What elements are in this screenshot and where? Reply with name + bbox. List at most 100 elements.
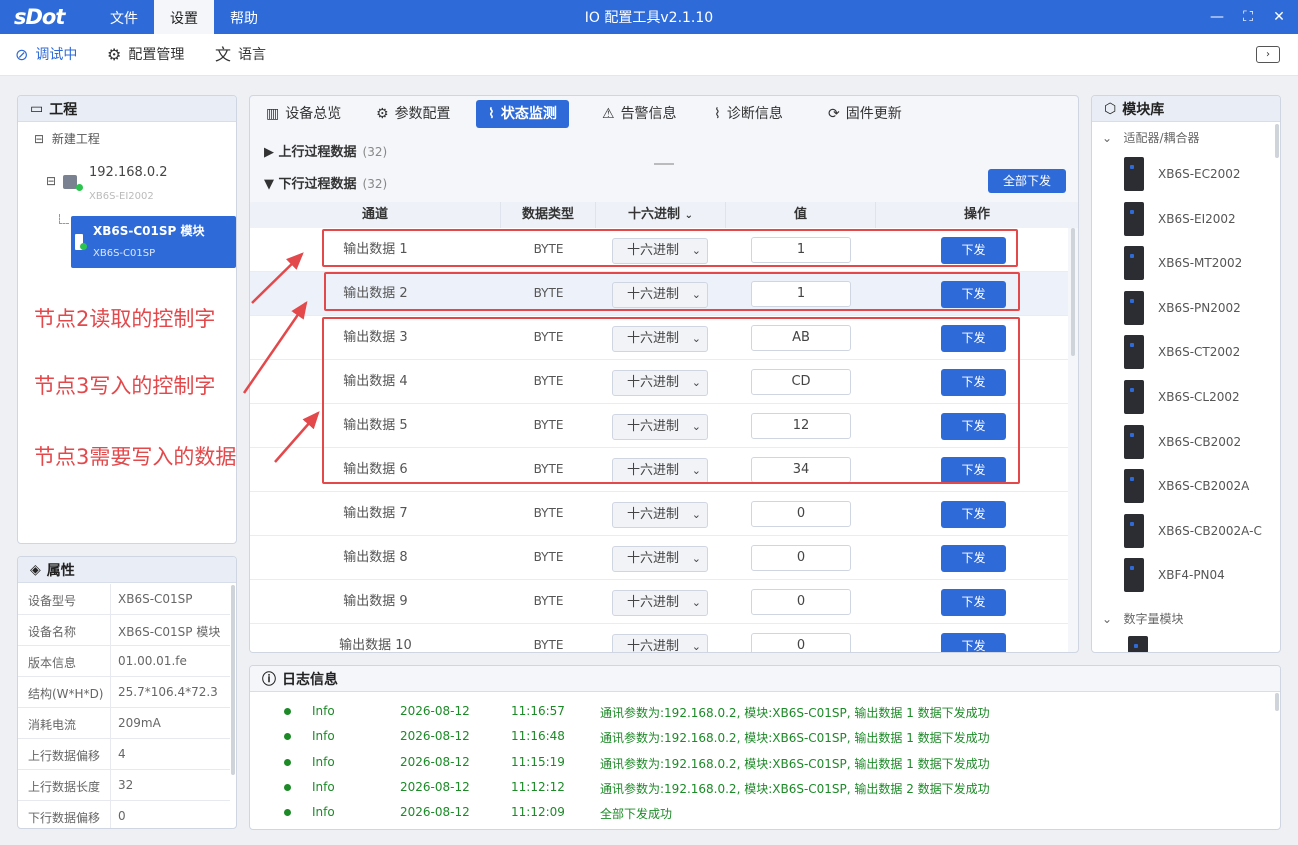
log-row: Info 2026-08-12 11:16:48 通讯参数为:192.168.0.2,… [250, 724, 1250, 749]
library-item[interactable]: XB6S-PN2002 [1124, 286, 1241, 330]
refresh-icon: ⟳ [828, 106, 840, 122]
chevron-down-icon: ⌄ [1102, 612, 1113, 626]
tab-diagnostics[interactable]: ⌇ 诊断信息 [702, 100, 795, 128]
debug-button[interactable]: ⊘ 调试中 [15, 34, 77, 76]
format-select[interactable]: 十六进制 ⌄ [612, 634, 708, 653]
menu-settings[interactable]: 设置 [154, 0, 214, 34]
selected-module-node[interactable]: XB6S-C01SP 模块 XB6S-C01SP [71, 216, 236, 268]
upstream-count: (32) [362, 145, 388, 159]
chevron-down-icon: ⌄ [691, 552, 701, 565]
downstream-section[interactable]: ▼ 下行过程数据 (32) [264, 173, 387, 192]
send-all-button[interactable]: 全部下发 [988, 169, 1066, 193]
gateway-ip[interactable]: 192.168.0.2 [89, 165, 168, 180]
log-time: 11:12:12 [511, 779, 565, 794]
log-date: 2026-08-12 [400, 754, 470, 769]
library-item[interactable]: XB6S-EI2002 [1124, 197, 1236, 241]
tree-gateway-toggle[interactable]: ⊟ [46, 174, 56, 188]
type-cell: BYTE [533, 594, 564, 608]
library-scrollbar[interactable] [1275, 124, 1279, 158]
tab-monitor[interactable]: ⌇ 状态监测 [476, 100, 569, 128]
module-thumbnail [1124, 201, 1144, 236]
library-item[interactable]: XB6S-EC2002 [1124, 152, 1241, 196]
table-row: 输出数据 9 BYTE 十六进制 ⌄ 0 下发 [250, 580, 1068, 624]
library-item[interactable]: XB6S-CT2002 [1124, 330, 1240, 374]
log-message: 全部下发成功 [600, 807, 673, 822]
library-group-adapters[interactable]: ⌄ 适配器/耦合器 [1102, 129, 1200, 146]
chevron-down-icon: ⌄ [691, 640, 701, 653]
tab-bar: ▥ 设备总览 ⚙ 参数配置 ⌇ 状态监测 ⚠ 告警信息 ⌇ 诊断信息 ⟳ 固件更新 [250, 96, 1078, 132]
project-title: 工程 [49, 101, 78, 118]
module-thumbnail [1128, 636, 1148, 652]
library-item-label: XB6S-CB2002A [1158, 479, 1250, 494]
property-divider [110, 615, 111, 645]
upstream-section[interactable]: ▶ 上行过程数据 (32) [264, 141, 387, 160]
header-format[interactable]: 十六进制 ⌄ [596, 202, 726, 228]
library-item[interactable]: XB6S-CL2002 [1124, 375, 1240, 419]
log-row: Info 2026-08-12 11:12:12 通讯参数为:192.168.0.2,… [250, 775, 1250, 800]
library-item[interactable]: XBF4-PN04 [1124, 553, 1225, 597]
value-input[interactable]: 0 [751, 501, 851, 527]
value-input[interactable]: 0 [751, 545, 851, 571]
module-thumbnail [1124, 290, 1144, 325]
language-button[interactable]: 文 语言 [215, 34, 266, 76]
toolbar: ⊘ 调试中 ⚙ 配置管理 文 语言 › [0, 34, 1298, 76]
properties-panel: ◈ 属性 设备型号 XB6S-C01SP 设备名称 XB6S-C01SP 模块 版本信息… [17, 556, 237, 829]
library-group-digital[interactable]: ⌄ 数字量模块 [1102, 610, 1184, 627]
module-thumbnail [1124, 424, 1144, 459]
property-divider [110, 677, 111, 707]
log-status-icon [284, 809, 291, 817]
format-select[interactable]: 十六进制 ⌄ [612, 546, 708, 572]
send-button[interactable]: 下发 [941, 589, 1006, 616]
resize-handle[interactable] [654, 163, 674, 165]
property-value: 4 [118, 747, 126, 761]
format-select[interactable]: 十六进制 ⌄ [612, 590, 708, 616]
log-scrollbar[interactable] [1275, 693, 1279, 711]
library-item[interactable]: XB6S-CB2002A [1124, 464, 1249, 508]
tab-alarms[interactable]: ⚠ 告警信息 [590, 100, 689, 128]
log-status-icon [284, 708, 291, 715]
property-row: 结构(W*H*D) 25.7*106.4*72.3 [18, 677, 230, 708]
header-value: 值 [726, 202, 876, 228]
tab-firmware[interactable]: ⟳ 固件更新 [816, 100, 914, 128]
tree-root[interactable]: ⊟ 新建工程 [34, 130, 100, 147]
value-input[interactable]: 0 [751, 589, 851, 615]
config-mgmt-label: 配置管理 [128, 47, 185, 63]
table-scrollbar[interactable] [1071, 228, 1075, 356]
library-item[interactable]: XB6S-MT2002 [1124, 241, 1242, 285]
property-value: 01.00.01.fe [118, 654, 187, 668]
maximize-icon[interactable]: ⛶ [1233, 0, 1263, 34]
format-select[interactable]: 十六进制 ⌄ [612, 502, 708, 528]
value-input[interactable]: 0 [751, 633, 851, 652]
log-date: 2026-08-12 [400, 704, 470, 718]
property-divider [110, 739, 111, 769]
library-item[interactable]: XB6S-CB2002A-C [1124, 509, 1262, 553]
send-button[interactable]: 下发 [941, 501, 1006, 528]
chevron-down-icon: ⌄ [684, 210, 693, 221]
panel-toggle-icon[interactable]: › [1256, 46, 1280, 63]
log-message: 通讯参数为:192.168.0.2, 模块:XB6S-C01SP, 输出数据 1… [600, 756, 990, 771]
send-button[interactable]: 下发 [941, 633, 1006, 652]
header-action: 操作 [876, 202, 1078, 228]
tab-params[interactable]: ⚙ 参数配置 [364, 100, 463, 128]
property-key: 上行数据偏移 [28, 749, 101, 763]
config-mgmt-button[interactable]: ⚙ 配置管理 [107, 34, 184, 76]
tab-overview[interactable]: ▥ 设备总览 [254, 100, 353, 128]
format-select-value: 十六进制 [627, 595, 680, 610]
log-date: 2026-08-12 [400, 729, 470, 744]
minimize-icon[interactable]: — [1202, 0, 1232, 34]
library-item-label: XB6S-EI2002 [1158, 211, 1236, 226]
close-icon[interactable]: ✕ [1264, 0, 1294, 34]
log-date: 2026-08-12 [400, 805, 470, 820]
menu-help[interactable]: 帮助 [216, 0, 272, 34]
cube-icon: ⬡ [1104, 100, 1117, 117]
menu-file[interactable]: 文件 [96, 0, 152, 34]
property-row: 消耗电流 209mA [18, 708, 230, 739]
format-select-value: 十六进制 [627, 639, 680, 653]
library-item-label: XB6S-EC2002 [1158, 167, 1241, 181]
library-item[interactable]: XB6S-CB2002 [1124, 420, 1241, 464]
log-level: Info [312, 729, 335, 744]
properties-scrollbar[interactable] [231, 585, 235, 775]
send-button[interactable]: 下发 [941, 545, 1006, 572]
tab-alarms-label: 告警信息 [620, 106, 677, 122]
selected-module-model: XB6S-C01SP [93, 248, 156, 259]
